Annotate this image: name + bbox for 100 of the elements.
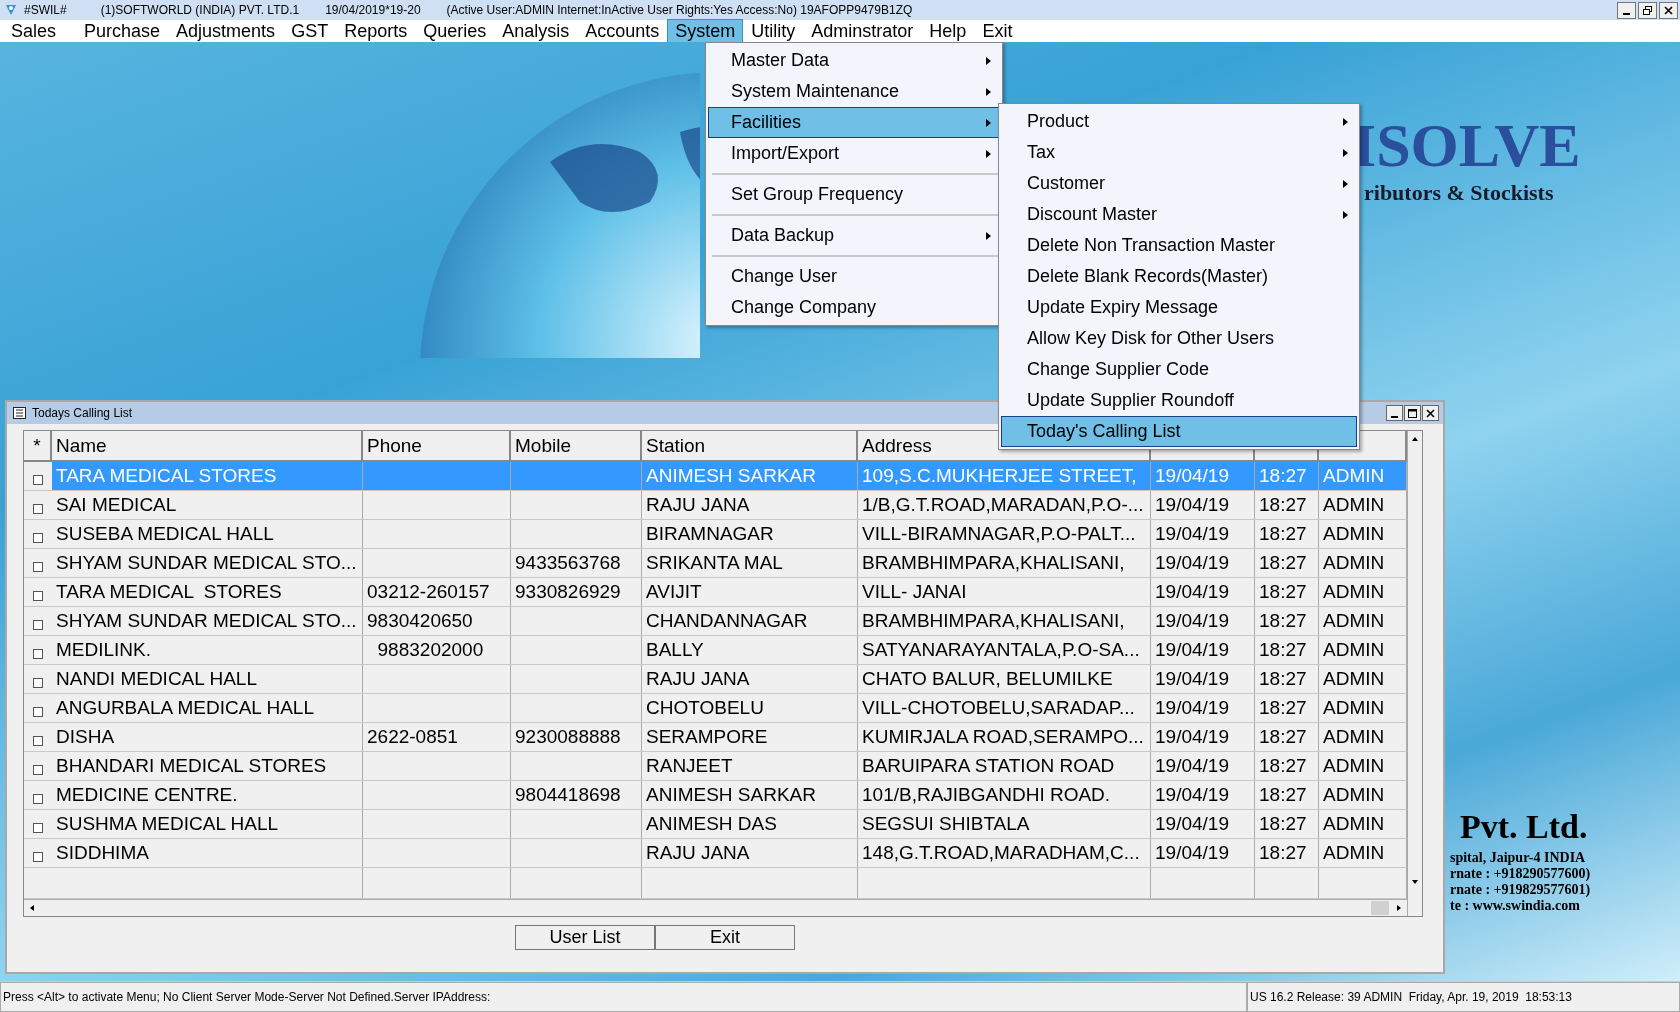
table-cell: ANIMESH SARKAR [642, 781, 858, 809]
address-text: spital, Jaipur-4 INDIA [1450, 850, 1587, 866]
status-info: US 16.2 Release: 39 ADMIN Friday, Apr. 19, 2019 18:53:13 [1247, 982, 1680, 1012]
menu-entry[interactable]: Delete Non Transaction Master [1001, 230, 1357, 261]
menu-entry[interactable]: Data Backup [708, 220, 1000, 251]
row-checkbox[interactable] [33, 649, 43, 659]
table-cell: 03212-260157 [363, 578, 511, 606]
minimize-button[interactable] [1386, 405, 1403, 421]
table-cell: ADMIN [1319, 578, 1407, 606]
table-cell: SUSEBA MEDICAL HALL [52, 520, 363, 548]
restore-button[interactable] [1638, 1, 1657, 19]
menu-entry[interactable]: Set Group Frequency [708, 179, 1000, 210]
row-checkbox[interactable] [33, 678, 43, 688]
row-checkbox[interactable] [33, 765, 43, 775]
table-cell: 9230088888 [511, 723, 642, 751]
table-cell: RAJU JANA [642, 491, 858, 519]
table-cell: 19/04/19 [1151, 694, 1255, 722]
menu-entry[interactable]: Master Data [708, 45, 1000, 76]
row-checkbox[interactable] [33, 620, 43, 630]
window-title: (Active User:ADMIN Internet:InActive User Rights:Yes Access:No) 19AFOPP9479B1ZQ [446, 3, 913, 17]
menu-item[interactable]: Adjustments [169, 20, 283, 42]
menu-item[interactable]: Accounts [578, 20, 667, 42]
horizontal-scrollbar[interactable] [24, 899, 1407, 916]
row-checkbox[interactable] [33, 591, 43, 601]
table-cell: 18:27 [1255, 549, 1319, 577]
row-checkbox[interactable] [33, 504, 43, 514]
row-checkbox[interactable] [33, 736, 43, 746]
table-cell: AVIJIT [642, 578, 858, 606]
submenu-arrow-icon [986, 118, 991, 127]
table-cell: 18:27 [1255, 665, 1319, 693]
column-header[interactable]: Name [52, 431, 363, 460]
close-button[interactable] [1422, 405, 1439, 421]
menu-entry[interactable]: System Maintenance [708, 76, 1000, 107]
minimize-button[interactable] [1617, 1, 1636, 19]
down-arrow-icon[interactable] [1411, 878, 1419, 886]
row-checkbox[interactable] [33, 475, 43, 485]
dialog-button[interactable]: User List [515, 925, 655, 950]
select-all-header[interactable]: * [24, 431, 52, 460]
table-cell: 18:27 [1255, 491, 1319, 519]
menu-item[interactable]: System [668, 20, 743, 42]
table-cell: VILL-BIRAMNAGAR,P.O-PALT... [858, 520, 1151, 548]
menu-entry[interactable]: Facilities [708, 107, 1000, 138]
menu-item[interactable]: Adminstrator [804, 20, 921, 42]
maximize-button[interactable] [1404, 405, 1421, 421]
row-checkbox[interactable] [33, 533, 43, 543]
column-header[interactable]: Mobile [511, 431, 642, 460]
menu-item[interactable]: Analysis [495, 20, 577, 42]
table-cell: 19/04/19 [1151, 462, 1255, 490]
menu-item[interactable]: Reports [337, 20, 415, 42]
window-title: 19/04/2019*19-20 [325, 3, 421, 17]
row-checkbox[interactable] [33, 707, 43, 717]
menu-entry[interactable]: Discount Master [1001, 199, 1357, 230]
table-cell: 18:27 [1255, 520, 1319, 548]
child-window-title: Todays Calling List [32, 406, 133, 420]
menu-item[interactable]: GST [284, 20, 336, 42]
table-cell: SHYAM SUNDAR MEDICAL STO... [52, 549, 363, 577]
table-cell: BIRAMNAGAR [642, 520, 858, 548]
scrollbar-thumb[interactable] [1371, 901, 1389, 915]
list-icon [13, 407, 26, 419]
menu-item[interactable]: Exit [975, 20, 1020, 42]
table-cell: 18:27 [1255, 462, 1319, 490]
close-button[interactable] [1659, 1, 1678, 19]
column-header[interactable]: Station [642, 431, 858, 460]
submenu-arrow-icon [986, 87, 991, 96]
table-cell: 19/04/19 [1151, 665, 1255, 693]
table-cell: ADMIN [1319, 491, 1407, 519]
table-cell: ANIMESH DAS [642, 810, 858, 838]
address-text: te : www.swindia.com [1450, 898, 1581, 914]
table-cell: 9804418698 [511, 781, 642, 809]
menu-entry[interactable]: Today's Calling List [1001, 416, 1357, 447]
menu-item[interactable]: Sales [4, 20, 64, 42]
menu-entry[interactable]: Change User [708, 261, 1000, 292]
row-checkbox[interactable] [33, 562, 43, 572]
menu-item[interactable]: Help [922, 20, 974, 42]
menu-entry[interactable]: Change Supplier Code [1001, 354, 1357, 385]
menu-entry[interactable]: Allow Key Disk for Other Users [1001, 323, 1357, 354]
restore-icon [1643, 5, 1652, 15]
table-cell: SERAMPORE [642, 723, 858, 751]
row-checkbox[interactable] [33, 852, 43, 862]
menu-entry[interactable]: Update Supplier Roundoff [1001, 385, 1357, 416]
menu-entry[interactable]: Update Expiry Message [1001, 292, 1357, 323]
menu-entry[interactable]: Change Company [708, 292, 1000, 323]
right-arrow-icon[interactable] [1395, 904, 1403, 912]
left-arrow-icon[interactable] [28, 904, 36, 912]
row-checkbox[interactable] [33, 794, 43, 804]
dialog-button[interactable]: Exit [655, 925, 795, 950]
submenu-arrow-icon [1343, 117, 1348, 126]
row-checkbox[interactable] [33, 823, 43, 833]
table-cell: 18:27 [1255, 781, 1319, 809]
column-header[interactable]: Phone [363, 431, 511, 460]
menu-entry[interactable]: Delete Blank Records(Master) [1001, 261, 1357, 292]
up-arrow-icon[interactable] [1411, 435, 1419, 443]
table-cell: MEDICINE CENTRE. [52, 781, 363, 809]
menu-entry[interactable]: Import/Export [708, 138, 1000, 169]
menu-item[interactable]: Purchase [77, 20, 168, 42]
menu-item[interactable]: Queries [416, 20, 494, 42]
table-cell: 101/B,RAJIBGANDHI ROAD. [858, 781, 1151, 809]
submenu-arrow-icon [986, 231, 991, 240]
menu-item[interactable]: Utility [744, 20, 803, 42]
table-cell: 9330826929 [511, 578, 642, 606]
